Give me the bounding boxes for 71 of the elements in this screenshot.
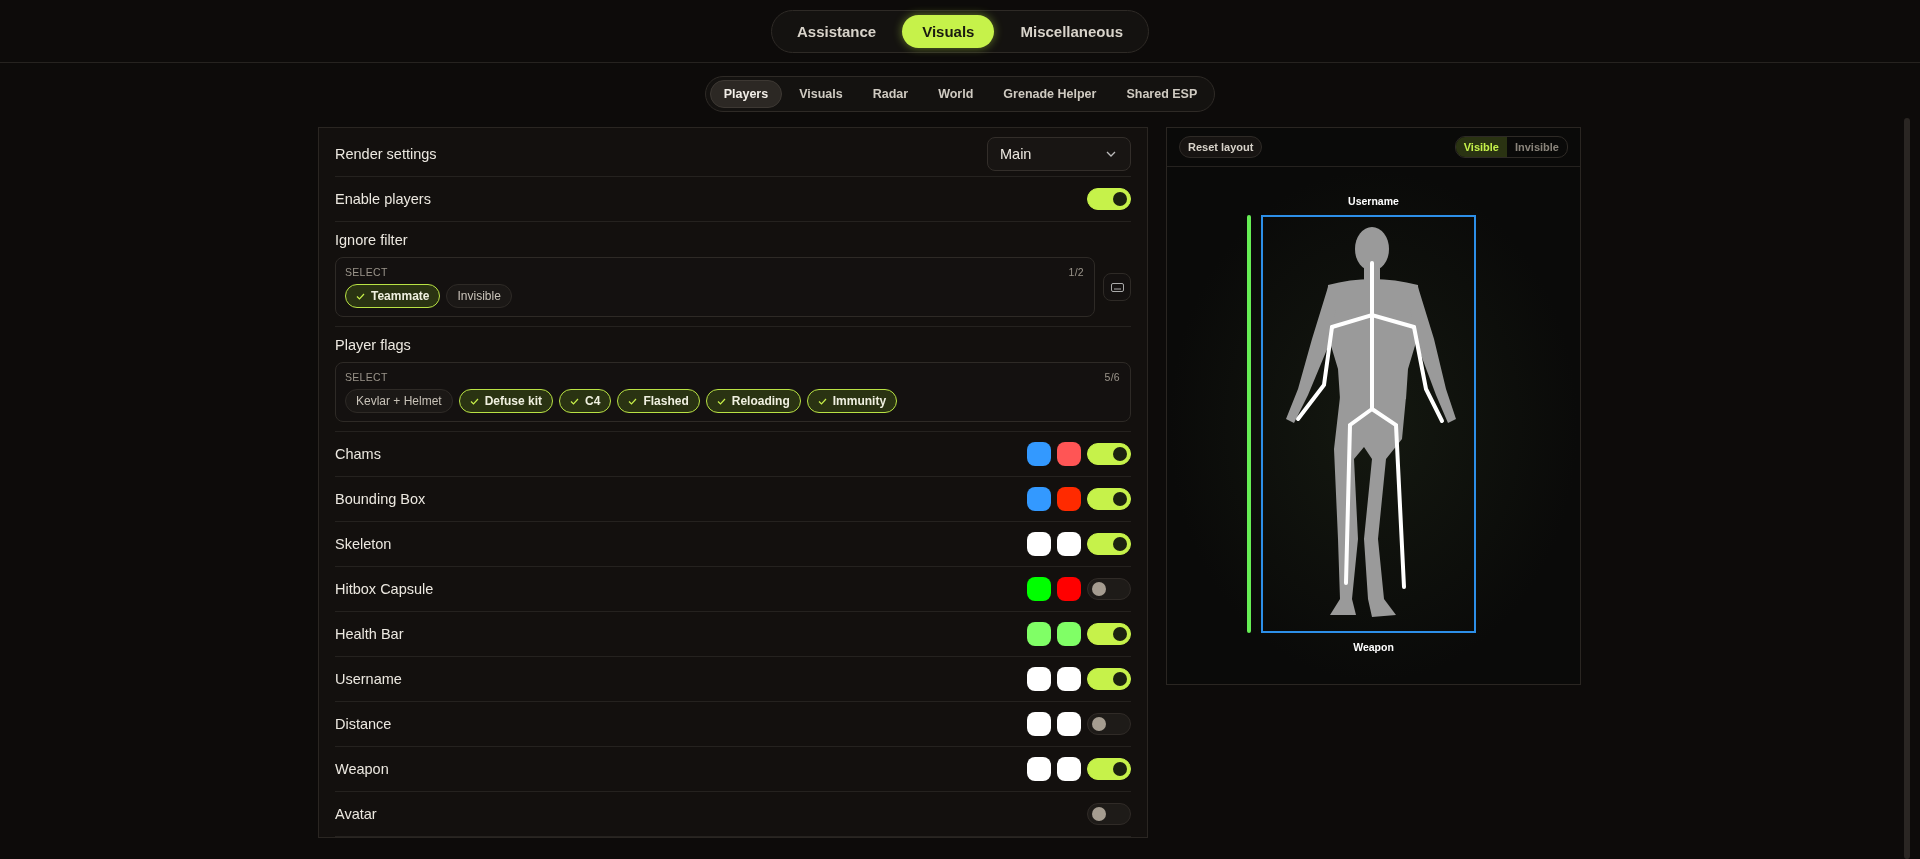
option-chip[interactable]: Reloading: [705, 389, 801, 413]
setting-label: Player flags: [335, 337, 412, 353]
color-swatch[interactable]: [1057, 667, 1081, 691]
visibility-tab[interactable]: Visible: [1455, 137, 1507, 157]
weapon-label: Weapon: [1353, 641, 1394, 653]
option-chip[interactable]: Immunity: [806, 389, 898, 413]
setting-label: Health Bar: [335, 626, 404, 642]
reset-layout-button[interactable]: Reset layout: [1179, 136, 1263, 158]
multi-select[interactable]: SELECT 1/2 Teammate Invisible: [335, 257, 1095, 317]
color-swatch[interactable]: [1057, 532, 1081, 556]
checkmark-icon: [356, 292, 365, 300]
color-swatch[interactable]: [1027, 487, 1051, 511]
color-swatch[interactable]: [1027, 577, 1051, 601]
scrollbar[interactable]: [1904, 118, 1910, 859]
setting-label: Avatar: [335, 806, 377, 822]
keyboard-icon: [1110, 282, 1124, 292]
setting-label: Hitbox Capsule: [335, 581, 434, 597]
checkmark-icon: [817, 397, 827, 405]
multi-select[interactable]: SELECT 5/6 Kevlar + Helmet Defuse kit C4 Flashed Reloading Immunity: [335, 362, 1131, 422]
color-swatch[interactable]: [1057, 712, 1081, 736]
select-count: 1/2: [1068, 266, 1084, 278]
color-swatch[interactable]: [1027, 532, 1051, 556]
sub-tab[interactable]: Players: [709, 80, 783, 108]
sub-tab[interactable]: World: [925, 80, 987, 108]
setting-label: Bounding Box: [335, 491, 426, 507]
option-chip[interactable]: Defuse kit: [458, 389, 554, 413]
checkmark-icon: [628, 397, 638, 405]
toggle-switch[interactable]: [1087, 803, 1131, 825]
setting-label: Chams: [335, 446, 381, 462]
sub-tab[interactable]: Shared ESP: [1113, 80, 1211, 108]
chevron-down-icon: [1106, 151, 1116, 157]
setting-label: Weapon: [335, 761, 389, 777]
username-label: Username: [1348, 195, 1399, 207]
checkmark-icon: [570, 397, 580, 405]
checkmark-icon: [469, 397, 479, 405]
sub-tab[interactable]: Grenade Helper: [990, 80, 1110, 108]
main-tab[interactable]: Miscellaneous: [1000, 14, 1143, 48]
main-tab[interactable]: Assistance: [777, 14, 897, 48]
option-chip[interactable]: Kevlar + Helmet: [345, 389, 453, 413]
render-dropdown[interactable]: Main: [987, 137, 1131, 171]
setting-label: Username: [335, 671, 402, 687]
select-caption: SELECT: [345, 266, 388, 278]
color-swatch[interactable]: [1027, 442, 1051, 466]
color-swatch[interactable]: [1027, 667, 1051, 691]
visibility-tab[interactable]: Invisible: [1506, 137, 1567, 157]
option-chip[interactable]: C4: [559, 389, 612, 413]
color-swatch[interactable]: [1057, 577, 1081, 601]
sub-tab[interactable]: Radar: [859, 80, 922, 108]
setting-label: Enable players: [335, 191, 431, 207]
option-chip[interactable]: Flashed: [617, 389, 700, 413]
keyboard-button[interactable]: [1103, 273, 1131, 301]
color-swatch[interactable]: [1027, 712, 1051, 736]
sub-tab[interactable]: Visuals: [786, 80, 856, 108]
checkmark-icon: [716, 397, 726, 405]
color-swatch[interactable]: [1027, 757, 1051, 781]
color-swatch[interactable]: [1057, 622, 1081, 646]
select-count: 5/6: [1104, 371, 1120, 383]
select-caption: SELECT: [345, 371, 388, 383]
color-swatch[interactable]: [1027, 622, 1051, 646]
option-chip[interactable]: Teammate: [345, 284, 441, 308]
setting-label: Skeleton: [335, 536, 392, 552]
toggle-switch[interactable]: [1087, 713, 1131, 735]
toggle-switch[interactable]: [1087, 578, 1131, 600]
color-swatch[interactable]: [1057, 757, 1081, 781]
setting-label: Render settings: [335, 146, 437, 162]
main-tab[interactable]: Visuals: [902, 14, 995, 48]
color-swatch[interactable]: [1057, 442, 1081, 466]
setting-label: Ignore filter: [335, 232, 409, 248]
setting-label: Distance: [335, 716, 392, 732]
option-chip[interactable]: Invisible: [446, 284, 512, 308]
color-swatch[interactable]: [1057, 487, 1081, 511]
